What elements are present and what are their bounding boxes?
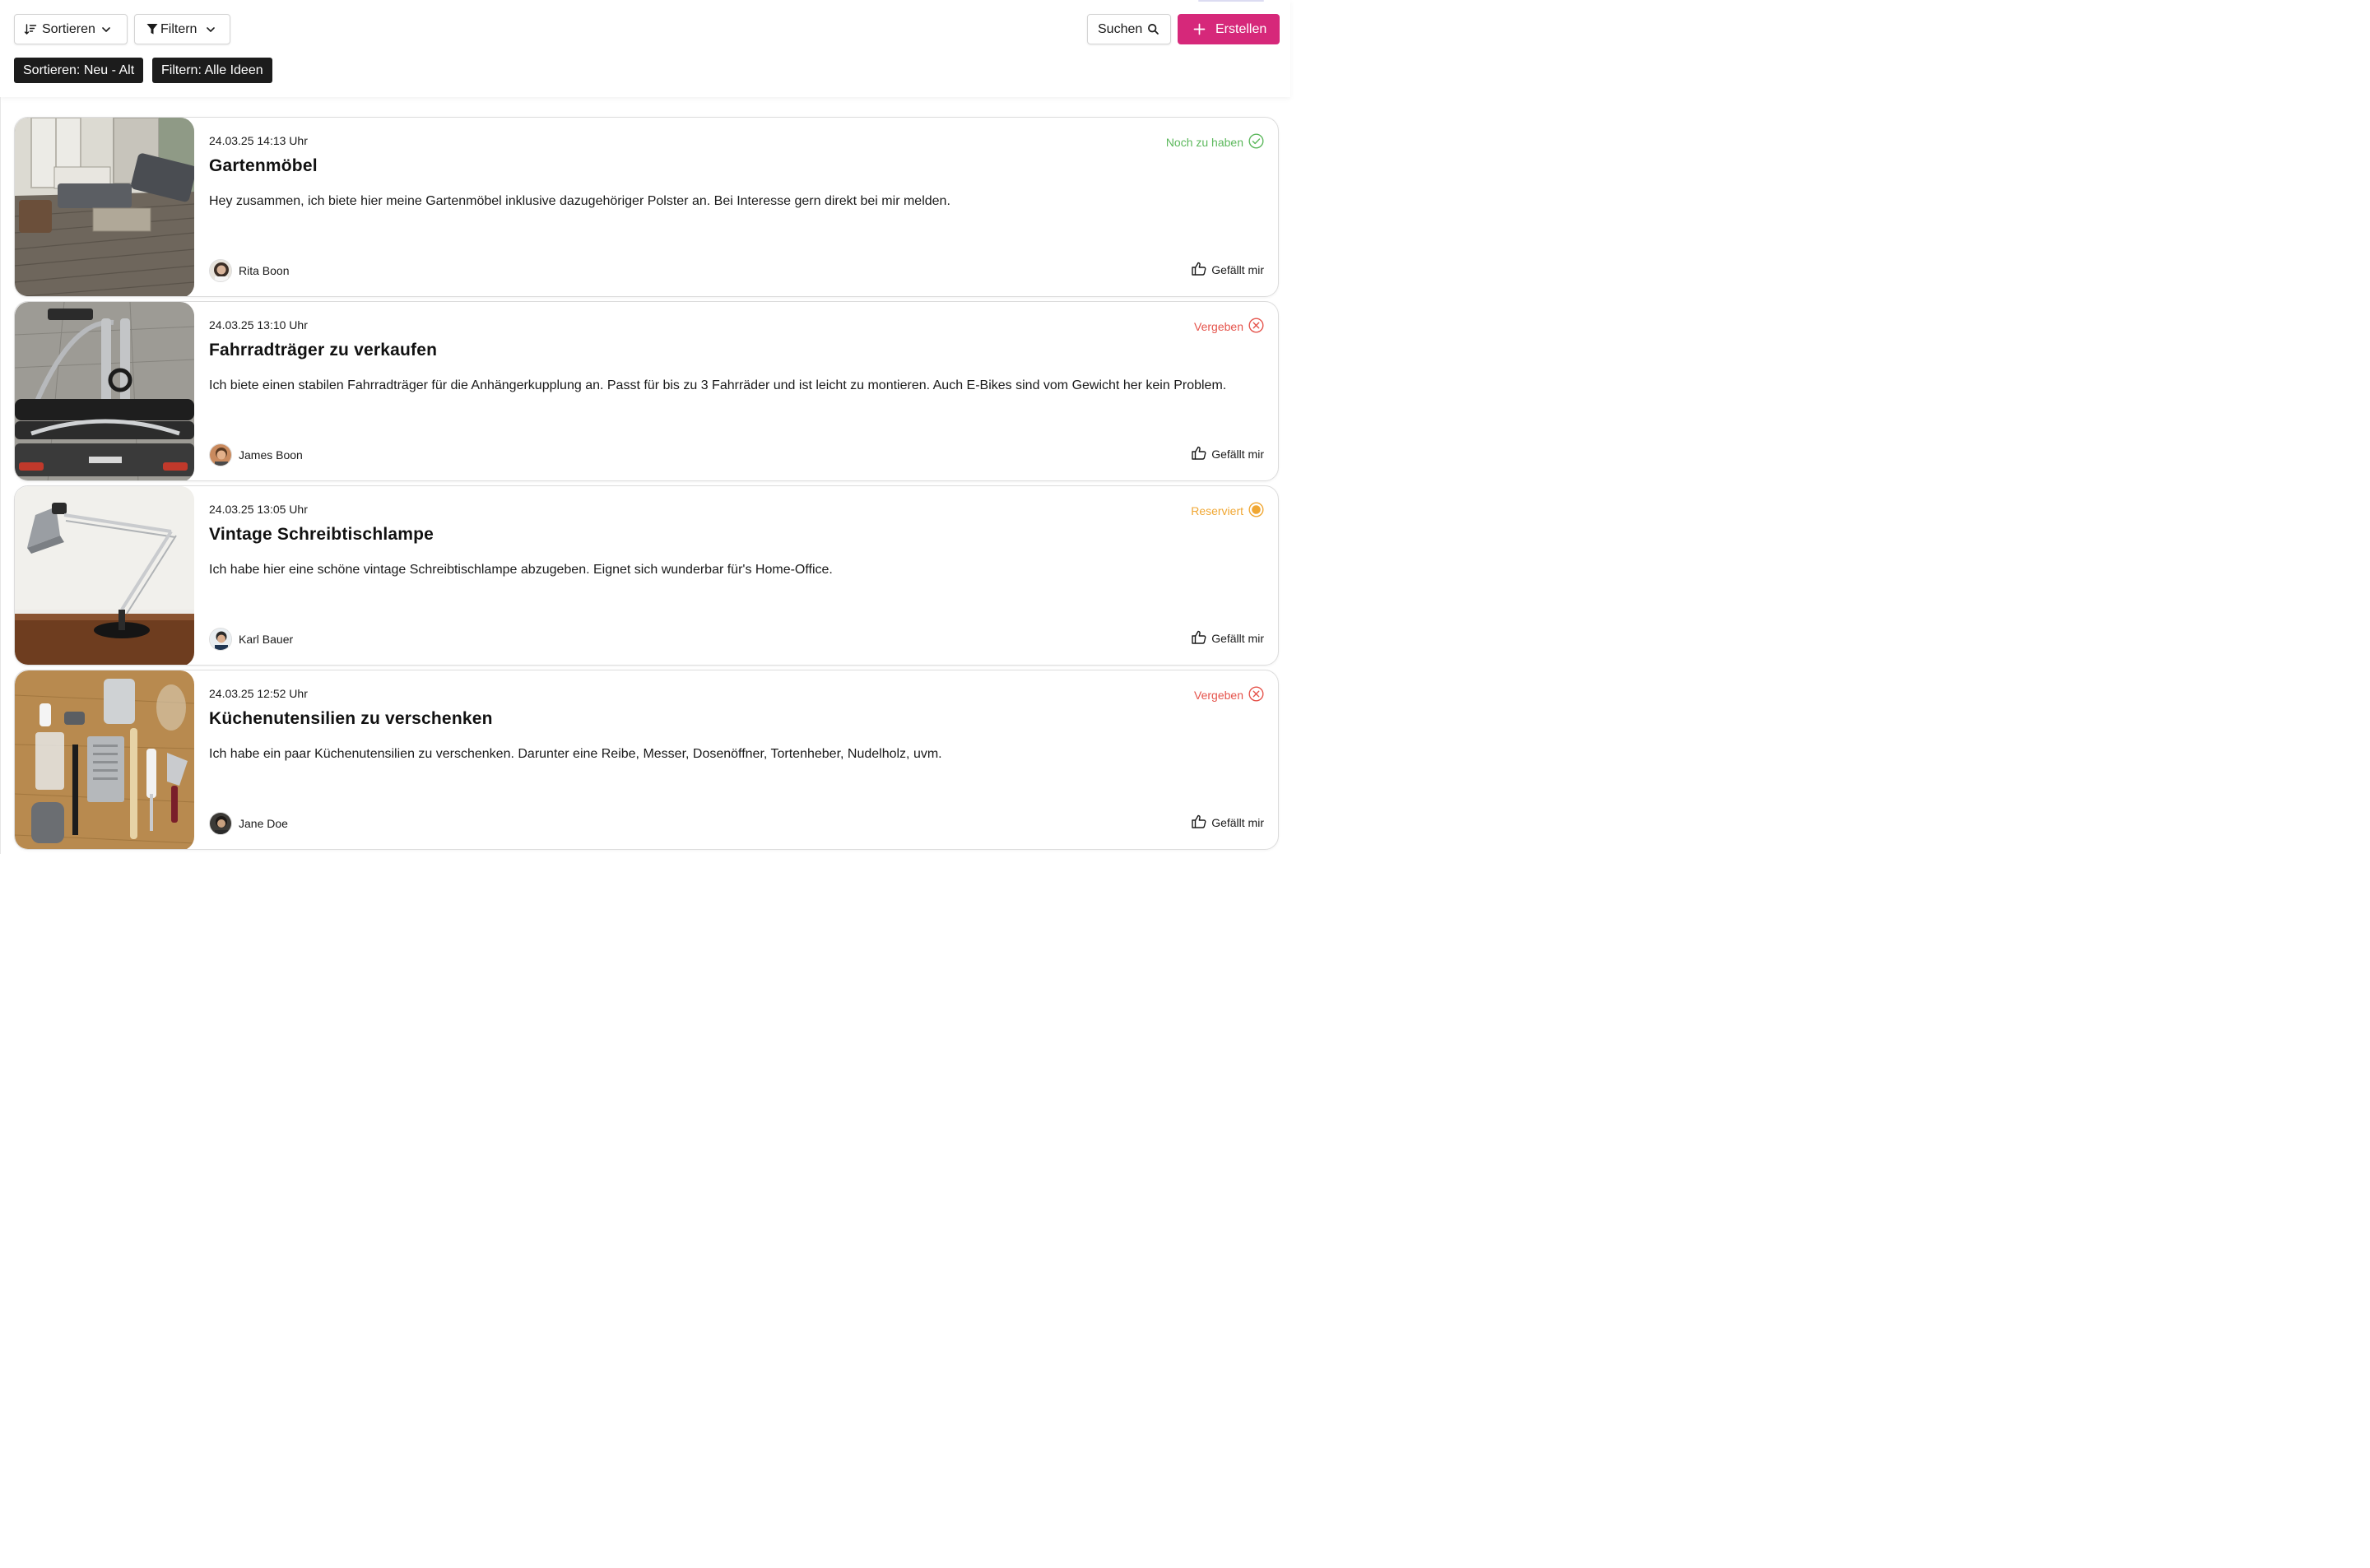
card-date: 24.03.25 12:52 Uhr <box>209 687 308 700</box>
filter-icon <box>146 23 158 35</box>
filter-button-label: Filtern <box>160 21 198 36</box>
like-label: Gefällt mir <box>1211 816 1264 829</box>
like-button[interactable]: Gefällt mir <box>1192 446 1264 462</box>
avatar <box>209 259 232 282</box>
search-button-label: Suchen <box>1098 21 1143 36</box>
status-label: Noch zu haben <box>1165 136 1243 149</box>
chevron-down-icon <box>205 24 216 35</box>
author-name: Jane Doe <box>239 817 288 830</box>
dot-circle-icon <box>1248 502 1264 520</box>
check-circle-icon <box>1248 133 1264 151</box>
card-title[interactable]: Fahrradträger zu verkaufen <box>209 341 437 360</box>
filter-button[interactable]: Filtern <box>134 14 230 44</box>
like-label: Gefällt mir <box>1211 263 1264 276</box>
card-description: Ich biete einen stabilen Fahrradträger f… <box>209 378 1227 392</box>
active-sort-chip[interactable]: Sortieren: Neu - Alt <box>14 58 144 83</box>
status-badge: Reserviert <box>1191 502 1264 520</box>
card-date: 24.03.25 13:10 Uhr <box>209 318 308 332</box>
like-label: Gefällt mir <box>1211 632 1264 645</box>
status-label: Vergeben <box>1194 320 1243 333</box>
avatar <box>209 812 232 835</box>
create-button[interactable]: Erstellen <box>1178 14 1280 44</box>
thumbs-up-icon <box>1192 262 1211 278</box>
status-badge: Noch zu haben <box>1166 133 1264 151</box>
card-title[interactable]: Vintage Schreibtischlampe <box>209 525 434 545</box>
card-description: Ich habe ein paar Küchenutensilien zu ve… <box>209 747 942 761</box>
plus-icon <box>1193 23 1206 35</box>
search-icon <box>1147 23 1159 35</box>
like-button[interactable]: Gefällt mir <box>1192 814 1264 831</box>
page-divider <box>0 97 1 854</box>
card-title[interactable]: Gartenmöbel <box>209 156 318 176</box>
thumbs-up-icon <box>1192 446 1211 462</box>
thumbs-up-icon <box>1192 630 1211 647</box>
avatar <box>209 628 232 651</box>
status-badge: Vergeben <box>1194 686 1264 704</box>
chevron-down-icon <box>100 24 112 35</box>
sort-icon <box>24 23 37 36</box>
sort-button[interactable]: Sortieren <box>14 14 128 44</box>
card-description: Ich habe hier eine schöne vintage Schrei… <box>209 563 833 577</box>
author-name: Rita Boon <box>239 264 290 277</box>
like-label: Gefällt mir <box>1211 448 1264 461</box>
card-date: 24.03.25 13:05 Uhr <box>209 503 308 516</box>
like-button[interactable]: Gefällt mir <box>1192 262 1264 278</box>
x-circle-icon <box>1248 686 1264 704</box>
card-description: Hey zusammen, ich biete hier meine Garte… <box>209 194 950 208</box>
status-badge: Vergeben <box>1194 318 1264 336</box>
avatar <box>209 443 232 466</box>
card-author[interactable]: Jane Doe <box>209 812 288 835</box>
active-filter-chip-label: Filtern: Alle Ideen <box>161 63 263 77</box>
idea-card[interactable]: 24.03.25 13:05 Uhr Vintage Schreibtischl… <box>14 485 1279 666</box>
card-image-desk-lamp[interactable] <box>15 486 194 665</box>
card-image-kitchen-utensils[interactable] <box>15 670 194 849</box>
thumbs-up-icon <box>1192 814 1211 831</box>
author-name: Karl Bauer <box>239 633 294 646</box>
active-sort-chip-label: Sortieren: Neu - Alt <box>23 63 135 77</box>
toolbar: Sortieren Filtern Suchen Erstellen Sorti… <box>0 0 1290 97</box>
create-button-label: Erstellen <box>1215 21 1267 36</box>
active-filter-chip[interactable]: Filtern: Alle Ideen <box>152 58 272 83</box>
status-label: Vergeben <box>1194 689 1243 702</box>
search-button[interactable]: Suchen <box>1087 14 1171 44</box>
card-author[interactable]: James Boon <box>209 443 303 466</box>
like-button[interactable]: Gefällt mir <box>1192 630 1264 647</box>
idea-card[interactable]: 24.03.25 12:52 Uhr Küchenutensilien zu v… <box>14 670 1279 850</box>
card-image-bike-carrier[interactable] <box>15 302 194 480</box>
idea-card[interactable]: 24.03.25 14:13 Uhr Gartenmöbel Hey zusam… <box>14 117 1279 297</box>
author-name: James Boon <box>239 448 303 462</box>
x-circle-icon <box>1248 318 1264 336</box>
sort-button-label: Sortieren <box>42 21 95 36</box>
card-date: 24.03.25 14:13 Uhr <box>209 134 308 147</box>
status-label: Reserviert <box>1191 504 1243 517</box>
top-accent-bar <box>1198 0 1264 2</box>
card-author[interactable]: Rita Boon <box>209 259 289 282</box>
card-author[interactable]: Karl Bauer <box>209 628 293 651</box>
idea-card[interactable]: 24.03.25 13:10 Uhr Fahrradträger zu verk… <box>14 301 1279 481</box>
card-title[interactable]: Küchenutensilien zu verschenken <box>209 709 493 729</box>
card-image-garden-furniture[interactable] <box>15 118 194 296</box>
